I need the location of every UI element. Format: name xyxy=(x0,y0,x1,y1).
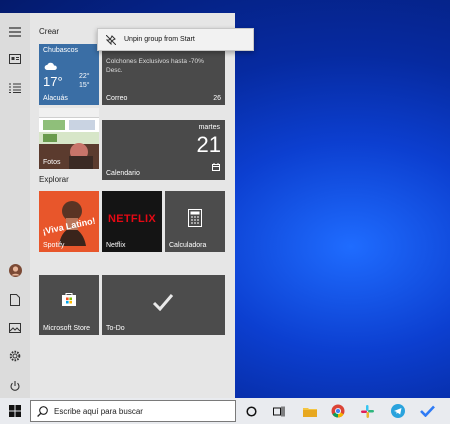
todo-tile[interactable]: To-Do xyxy=(102,275,225,335)
mail-preview-line1: Colchones Exclusivos hasta -70% xyxy=(106,58,204,65)
pictures-icon[interactable] xyxy=(7,320,23,336)
hamburger-menu-icon[interactable] xyxy=(7,24,23,40)
tiles-view-icon[interactable] xyxy=(7,51,23,67)
telegram-icon xyxy=(391,404,405,418)
weather-temperature: 17° xyxy=(43,74,63,89)
calendar-day-number: 21 xyxy=(196,132,221,157)
store-label: Microsoft Store xyxy=(43,325,91,332)
calendar-label: Calendario xyxy=(106,170,140,177)
unpin-icon xyxy=(106,34,116,45)
avatar[interactable] xyxy=(7,262,23,278)
task-view-icon xyxy=(273,406,285,416)
start-rail xyxy=(0,13,30,398)
cortana-circle-icon xyxy=(245,405,257,417)
store-bag-icon xyxy=(61,291,77,312)
windows-logo-icon xyxy=(9,405,21,417)
settings-gear-icon[interactable] xyxy=(7,348,23,364)
taskbar: Escribe aquí para buscar xyxy=(0,398,450,424)
start-button[interactable] xyxy=(4,401,26,421)
chrome-icon xyxy=(331,404,345,418)
all-apps-list-icon[interactable] xyxy=(7,80,23,96)
weather-city: Chubascos xyxy=(43,47,79,54)
todo-check-taskbar-icon xyxy=(419,405,435,417)
chrome-button[interactable] xyxy=(329,401,347,421)
search-icon xyxy=(37,405,48,417)
todo-check-icon xyxy=(152,293,174,316)
power-icon[interactable] xyxy=(7,378,23,394)
spotify-tile[interactable]: ¡Viva Latino! Spotify xyxy=(39,191,99,252)
weather-location: Alacuás xyxy=(43,95,68,102)
context-menu: Unpin group from Start xyxy=(97,28,254,51)
group-title-explore[interactable]: Explorar xyxy=(39,175,69,184)
calendar-day-name: martes xyxy=(198,124,220,131)
documents-icon[interactable] xyxy=(7,292,23,308)
weather-low: 15° xyxy=(79,82,90,89)
task-view-button[interactable] xyxy=(270,401,288,421)
unpin-group-menu-item[interactable]: Unpin group from Start xyxy=(98,29,253,50)
microsoft-store-tile[interactable]: Microsoft Store xyxy=(39,275,99,335)
weather-tile[interactable]: Chubascos 17° 22° 15° Alacuás xyxy=(39,44,99,105)
netflix-label: Netflix xyxy=(106,242,126,249)
netflix-logo: NETFLIX xyxy=(108,213,156,225)
unpin-group-label: Unpin group from Start xyxy=(124,36,195,43)
netflix-tile[interactable]: NETFLIX Netflix xyxy=(102,191,162,252)
telegram-button[interactable] xyxy=(389,401,407,421)
start-menu: Crear Explorar Chubascos 17° 22° 15° Ala… xyxy=(0,13,235,398)
mail-preview-line2: Desc. xyxy=(106,67,123,74)
photos-label: Fotos xyxy=(43,159,61,166)
search-placeholder: Escribe aquí para buscar xyxy=(54,406,143,416)
photos-tile[interactable]: Fotos xyxy=(39,108,99,169)
slack-icon xyxy=(360,404,374,418)
taskbar-search-box[interactable]: Escribe aquí para buscar xyxy=(30,400,236,422)
weather-high: 22° xyxy=(79,73,90,80)
calendar-tile[interactable]: martes 21 Calendario xyxy=(102,120,225,180)
spotify-label: Spotify xyxy=(43,242,65,249)
todo-label: To-Do xyxy=(106,325,125,332)
calculator-icon xyxy=(188,209,202,232)
calculator-label: Calculadora xyxy=(169,242,207,249)
slack-button[interactable] xyxy=(358,401,376,421)
folder-icon xyxy=(303,407,317,417)
calculator-tile[interactable]: Calculadora xyxy=(165,191,225,252)
mail-tile[interactable]: Colchones Exclusivos hasta -70% Desc. Co… xyxy=(102,44,225,105)
mail-label: Correo xyxy=(106,95,128,102)
cortana-button[interactable] xyxy=(242,401,260,421)
todo-taskbar-button[interactable] xyxy=(418,401,436,421)
file-explorer-button[interactable] xyxy=(301,401,319,421)
calendar-icon xyxy=(212,158,220,176)
group-title-create[interactable]: Crear xyxy=(39,27,59,36)
mail-count: 26 xyxy=(213,95,221,102)
